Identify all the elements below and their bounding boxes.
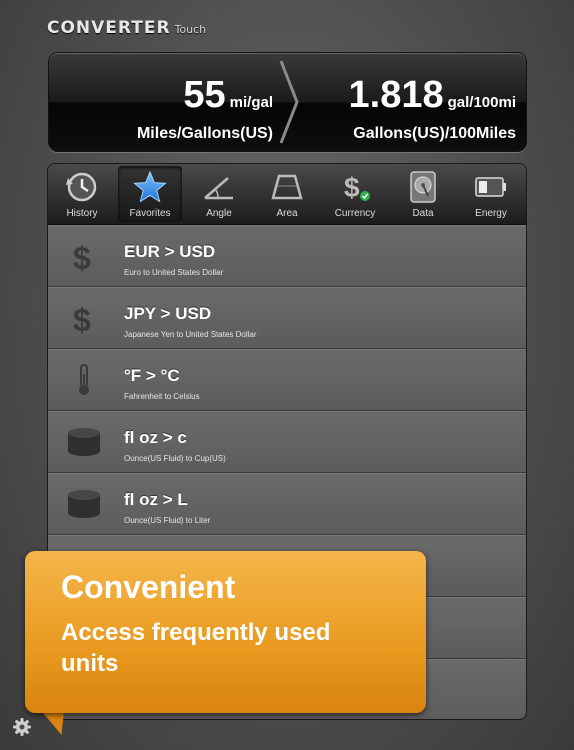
svg-text:$: $ (73, 240, 91, 274)
tab-label: Currency (334, 208, 376, 219)
currency-icon: $ (344, 172, 370, 203)
tab-label: Angle (206, 208, 232, 219)
svg-text:$: $ (344, 172, 360, 203)
unit-pair: °F > °C (124, 366, 180, 385)
unit-pair-description: Ounce(US Fluid) to Cup(US) (124, 454, 226, 463)
cylinder-icon (68, 490, 100, 518)
source-unit: mi/gal (229, 94, 273, 111)
unit-pair-description: Fahrenheit to Celsius (124, 392, 200, 401)
unit-pair: fl oz > c (124, 428, 187, 447)
list-item[interactable]: fl oz > L Ounce(US Fluid) to Liter (48, 473, 526, 535)
source-value-block[interactable]: 55 mi/gal Miles/Gallons(US) (137, 75, 273, 143)
source-value: 55 (183, 74, 226, 116)
target-value-block[interactable]: 1.818 gal/100mi Gallons(US)/100Miles (349, 75, 516, 143)
unit-pair-description: Ounce(US Fluid) to Liter (124, 516, 211, 525)
list-item[interactable]: °F > °C Fahrenheit to Celsius (48, 349, 526, 411)
tab-energy[interactable]: Energy (459, 166, 523, 222)
chevron-right-icon (279, 60, 299, 144)
tab-label: Favorites (129, 208, 171, 219)
star-icon (133, 170, 167, 203)
svg-text:$: $ (73, 302, 91, 336)
list-item[interactable]: fl oz > c Ounce(US Fluid) to Cup(US) (48, 411, 526, 473)
unit-pair: EUR > USD (124, 242, 216, 261)
list-item[interactable]: $ JPY > USD Japanese Yen to United State… (48, 287, 526, 349)
tab-label: Energy (475, 208, 507, 219)
conversion-display[interactable]: 55 mi/gal Miles/Gallons(US) 1.818 gal/100m… (48, 52, 527, 152)
unit-pair-description: Japanese Yen to United States Dollar (124, 330, 257, 339)
tab-favorites[interactable]: Favorites (118, 166, 182, 222)
target-value: 1.818 (348, 74, 444, 116)
dollar-icon: $ (73, 302, 91, 336)
tab-label: History (66, 208, 98, 219)
callout-headline: Convenient (61, 569, 236, 605)
list-item[interactable]: $ EUR > USD Euro to United States Dollar (48, 225, 526, 287)
promo-callout: Convenient Access frequently used units (25, 551, 426, 713)
area-icon (271, 174, 303, 200)
tab-data[interactable]: Data (391, 166, 455, 222)
tab-angle[interactable]: Angle (187, 166, 251, 222)
thermometer-icon (79, 364, 89, 395)
target-unit: gal/100mi (447, 94, 516, 111)
tab-label: Data (412, 208, 434, 219)
tab-history[interactable]: History (50, 166, 114, 222)
callout-body: Access frequently used units (61, 619, 331, 677)
unit-pair: fl oz > L (124, 490, 188, 509)
category-tab-bar: History Favorites Angle Area $ Currency … (48, 164, 526, 225)
tab-label: Area (276, 208, 298, 219)
app-subtitle: Touch (174, 23, 207, 36)
angle-icon (204, 177, 233, 200)
unit-pair-description: Euro to United States Dollar (124, 268, 224, 277)
battery-icon (475, 177, 506, 197)
source-unit-name: Miles/Gallons(US) (136, 125, 273, 142)
target-unit-name: Gallons(US)/100Miles (353, 125, 516, 142)
gear-icon[interactable] (12, 717, 32, 737)
cylinder-icon (68, 428, 100, 456)
app-title: CONVERTER Touch (47, 18, 207, 38)
tab-area[interactable]: Area (255, 166, 319, 222)
unit-pair: JPY > USD (124, 304, 212, 323)
dollar-icon: $ (73, 240, 91, 274)
hard-drive-icon (410, 171, 436, 203)
tab-currency[interactable]: $ Currency (323, 166, 387, 222)
history-icon (66, 172, 97, 202)
